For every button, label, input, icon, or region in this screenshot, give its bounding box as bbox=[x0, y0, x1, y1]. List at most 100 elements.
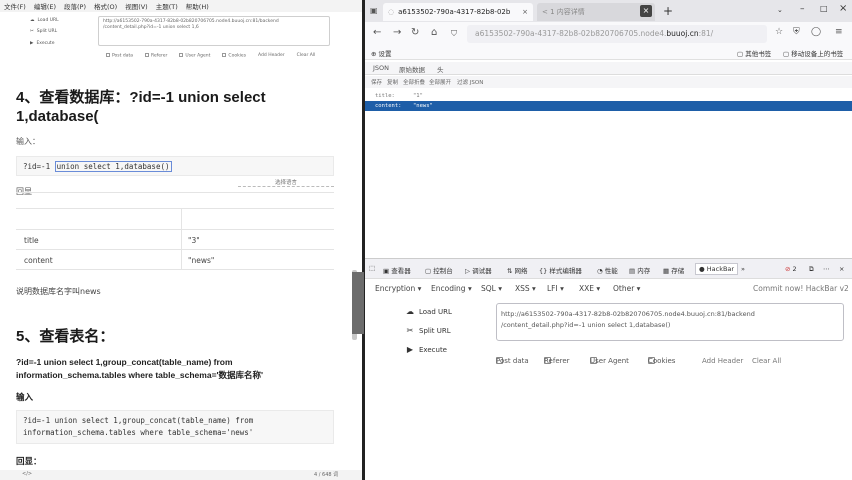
json-value: "1" bbox=[413, 93, 423, 99]
source-mode-icon[interactable]: </> bbox=[22, 471, 32, 477]
clear-all-button[interactable]: Clear All bbox=[752, 357, 781, 365]
tab-list-icon[interactable]: ⌄ bbox=[777, 6, 783, 14]
account-icon[interactable]: ◯ bbox=[811, 27, 821, 37]
split-url-label: Split URL bbox=[419, 326, 451, 335]
devtools-close-icon[interactable]: × bbox=[839, 265, 844, 273]
hackbar-url-line1: http://a6153502-790a-4317-82b8-02b820706… bbox=[501, 310, 755, 318]
bookmark-settings[interactable]: ⊕ 设置 bbox=[371, 48, 392, 58]
bookmark-star-icon[interactable]: ☆ bbox=[775, 27, 783, 37]
document-editor: 文件(F) 编辑(E) 段落(P) 格式(O) 视图(V) 主题(T) 帮助(H… bbox=[0, 0, 362, 480]
extensions-icon[interactable]: ⛨ bbox=[793, 27, 800, 37]
execute-label: Execute bbox=[419, 345, 447, 354]
menu-sql[interactable]: SQL ▾ bbox=[481, 284, 502, 293]
user-agent-checkbox[interactable]: User Agent bbox=[590, 357, 629, 365]
language-select[interactable]: 选择语言 bbox=[238, 178, 334, 187]
menu-encoding[interactable]: Encoding ▾ bbox=[431, 284, 472, 293]
tab-active[interactable]: ◌ a6153502-790a-4317-82b8-02b × bbox=[383, 3, 533, 21]
forward-icon[interactable]: → bbox=[393, 27, 401, 38]
devtools-tab-style-editor[interactable]: {} 样式编辑器 bbox=[539, 265, 582, 275]
tab1-close-icon[interactable]: × bbox=[522, 8, 528, 16]
menu-theme[interactable]: 主题(T) bbox=[156, 1, 178, 11]
menu-other[interactable]: Other ▾ bbox=[613, 284, 640, 293]
menu-edit[interactable]: 编辑(E) bbox=[34, 1, 56, 11]
element-picker-icon[interactable]: ⬚ bbox=[369, 264, 375, 272]
json-copy-button[interactable]: 复制 bbox=[387, 78, 398, 86]
window-maximize-icon[interactable]: □ bbox=[820, 4, 828, 13]
error-badge[interactable]: ⊘ 2 bbox=[785, 265, 797, 273]
table-key-title: title bbox=[24, 236, 39, 245]
url-suffix: :81/ bbox=[698, 29, 714, 38]
firefox-view-icon[interactable]: ▣ bbox=[370, 6, 378, 15]
json-collapse-all-button[interactable]: 全部折叠 bbox=[403, 78, 425, 86]
post-data-checkbox[interactable]: Post data bbox=[496, 357, 529, 365]
menu-file[interactable]: 文件(F) bbox=[4, 1, 26, 11]
json-row-title[interactable]: title: "1" bbox=[365, 91, 852, 101]
devtools-tab-inspector[interactable]: ▣ 查看器 bbox=[383, 265, 411, 275]
new-tab-button[interactable]: + bbox=[663, 4, 673, 18]
devtools-more-icon[interactable]: » bbox=[741, 265, 745, 273]
menu-xss[interactable]: XSS ▾ bbox=[515, 284, 536, 293]
mini-user-agent: User Agent bbox=[179, 53, 210, 59]
json-save-button[interactable]: 保存 bbox=[371, 78, 382, 86]
window-close-icon[interactable]: × bbox=[839, 3, 847, 14]
devtools-menu-icon[interactable]: ⋯ bbox=[823, 265, 830, 273]
tab-raw-data[interactable]: 原始数据 bbox=[399, 64, 425, 74]
mini-play-icon: ▶ bbox=[30, 41, 34, 46]
other-bookmarks[interactable]: ▢ 其他书签 bbox=[737, 48, 771, 58]
json-key: title: bbox=[375, 93, 395, 99]
shield-icon[interactable]: ⛉ bbox=[451, 29, 457, 39]
menu-help[interactable]: 帮助(H) bbox=[186, 1, 209, 11]
devtools-tab-performance[interactable]: ◔ 性能 bbox=[597, 265, 618, 275]
execute-button[interactable]: ▶ Execute bbox=[405, 345, 447, 354]
hackbar-url-textarea[interactable]: http://a6153502-790a-4317-82b8-02b820706… bbox=[496, 303, 844, 341]
split-url-button[interactable]: ✂ Split URL bbox=[405, 326, 451, 335]
cookies-checkbox[interactable]: Cookies bbox=[648, 357, 675, 365]
menu-lfi[interactable]: LFI ▾ bbox=[547, 284, 564, 293]
devtools-tab-hackbar[interactable]: ● HackBar bbox=[695, 263, 739, 275]
code-block-database[interactable]: ?id=-1 union select 1,database() bbox=[16, 156, 334, 176]
dock-icon[interactable]: ⧉ bbox=[809, 265, 814, 274]
devtools-tabbar: ⬚ ▣ 查看器 ▢ 控制台 ▷ 调试器 ⇅ 网络 {} 样式编辑器 ◔ 性能 ▤… bbox=[365, 259, 852, 279]
json-expand-all-button[interactable]: 全部展开 bbox=[429, 78, 451, 86]
back-icon[interactable]: ← bbox=[373, 27, 381, 38]
window-minimize-icon[interactable]: – bbox=[800, 4, 805, 14]
heading-step4: 4、查看数据库：?id=-1 union select 1,database( bbox=[16, 88, 266, 126]
devtools-panel: ⬚ ▣ 查看器 ▢ 控制台 ▷ 调试器 ⇅ 网络 {} 样式编辑器 ◔ 性能 ▤… bbox=[365, 258, 852, 480]
app-menu-icon[interactable]: ≡ bbox=[835, 27, 843, 37]
commit-now-link[interactable]: Commit now! HackBar v2 bbox=[753, 284, 849, 293]
bookmarks-bar: ⊕ 设置 ▢ 其他书签 ▢ 移动设备上的书签 bbox=[365, 46, 852, 60]
referer-checkbox[interactable]: Referer bbox=[544, 357, 570, 365]
tab-headers[interactable]: 头 bbox=[437, 64, 444, 74]
tab-second[interactable]: < 1 内容详情 × bbox=[537, 3, 655, 21]
editor-menubar: 文件(F) 编辑(E) 段落(P) 格式(O) 视图(V) 主题(T) 帮助(H… bbox=[0, 0, 362, 12]
hackbar-url-line2: /content_detail.php?id=-1 union select 1… bbox=[501, 321, 671, 329]
devtools-tab-debugger[interactable]: ▷ 调试器 bbox=[465, 265, 492, 275]
devtools-tab-memory[interactable]: ▤ 内存 bbox=[629, 265, 650, 275]
devtools-tab-network[interactable]: ⇅ 网络 bbox=[507, 265, 528, 275]
embedded-hackbar-screenshot: ☁ Load URL ✂ Split URL ▶ Execute http://… bbox=[30, 14, 330, 64]
json-row-content[interactable]: content: "news" bbox=[365, 101, 852, 111]
home-icon[interactable]: ⌂ bbox=[431, 27, 437, 38]
devtools-tab-storage[interactable]: ▦ 存储 bbox=[663, 265, 684, 275]
mini-split-url: ✂ Split URL bbox=[30, 29, 57, 34]
menu-format[interactable]: 格式(O) bbox=[94, 1, 117, 11]
para-query-line2: information_schema.tables where table_sc… bbox=[16, 370, 264, 380]
tab2-close-icon[interactable]: × bbox=[640, 5, 652, 17]
reload-icon[interactable]: ↻ bbox=[411, 27, 419, 38]
menu-paragraph[interactable]: 段落(P) bbox=[64, 1, 86, 11]
load-url-button[interactable]: ☁ Load URL bbox=[405, 307, 452, 316]
add-header-button[interactable]: Add Header bbox=[702, 357, 743, 365]
menu-view[interactable]: 视图(V) bbox=[125, 1, 148, 11]
address-bar[interactable]: a6153502-790a-4317-82b8-02b820706705.nod… bbox=[467, 25, 767, 43]
json-viewer-toolbar: 保存 复制 全部折叠 全部展开 过滤 JSON bbox=[365, 76, 852, 88]
mobile-bookmarks[interactable]: ▢ 移动设备上的书签 bbox=[783, 48, 843, 58]
menu-xxe[interactable]: XXE ▾ bbox=[579, 284, 600, 293]
devtools-tab-console[interactable]: ▢ 控制台 bbox=[425, 265, 453, 275]
code-block-tables[interactable]: ?id=-1 union select 1,group_concat(table… bbox=[16, 410, 334, 444]
mini-url-box: http://a6153502-790a-4317-82b8-02b820706… bbox=[98, 16, 330, 46]
tab-json[interactable]: JSON bbox=[373, 64, 389, 72]
table-key-content: content bbox=[24, 256, 53, 265]
menu-encryption[interactable]: Encryption ▾ bbox=[375, 284, 421, 293]
echo-label-2: 回显： bbox=[16, 456, 42, 466]
json-filter-input[interactable]: 过滤 JSON bbox=[457, 78, 483, 86]
